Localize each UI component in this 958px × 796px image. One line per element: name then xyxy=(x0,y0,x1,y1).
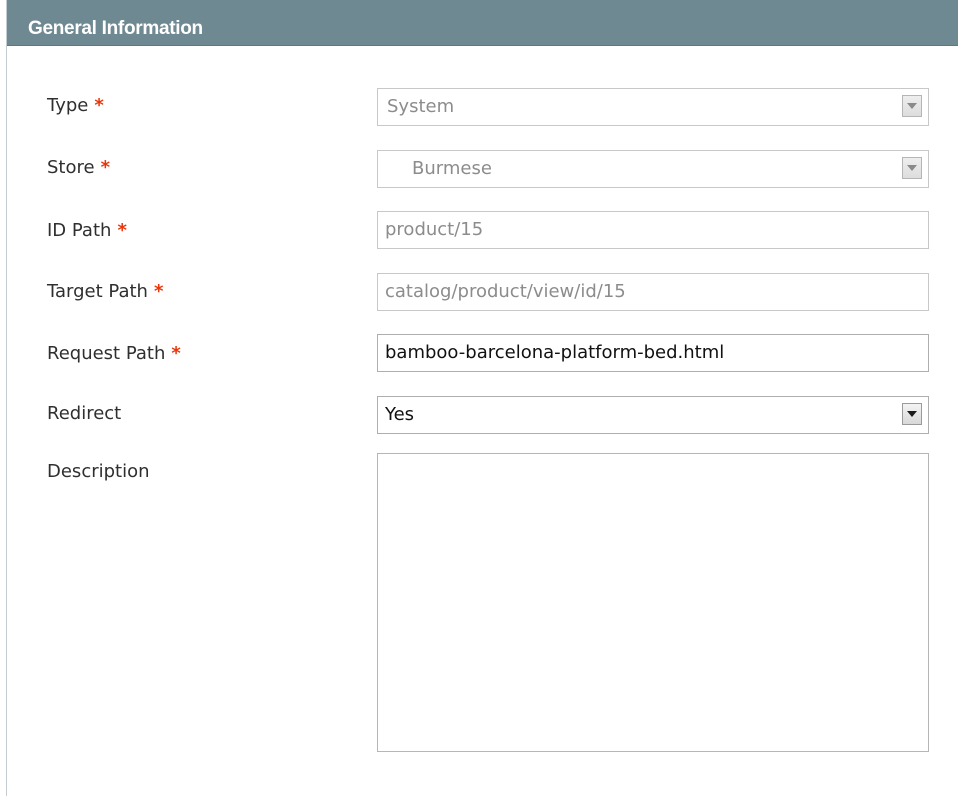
redirect-label-text: Redirect xyxy=(47,403,122,424)
required-mark: * xyxy=(100,157,110,178)
type-label-text: Type xyxy=(47,95,89,116)
description-label-text: Description xyxy=(47,461,150,482)
target-path-label-text: Target Path xyxy=(47,281,148,302)
id-path-value: product/15 xyxy=(385,219,484,240)
chevron-down-icon xyxy=(907,103,917,109)
store-label-text: Store xyxy=(47,157,95,178)
required-mark: * xyxy=(117,220,127,241)
store-select-button[interactable] xyxy=(902,157,922,179)
panel-title: General Information xyxy=(28,18,203,39)
chevron-down-icon xyxy=(907,411,917,417)
target-path-value: catalog/product/view/id/15 xyxy=(385,281,626,302)
description-label: Description xyxy=(47,461,150,483)
store-select-value: Burmese xyxy=(412,158,492,179)
chevron-down-icon xyxy=(907,165,917,171)
store-select[interactable]: Burmese xyxy=(377,150,929,188)
request-path-label-text: Request Path xyxy=(47,343,166,364)
type-select-button[interactable] xyxy=(902,95,922,117)
target-path-input[interactable]: catalog/product/view/id/15 xyxy=(377,273,929,311)
id-path-input[interactable]: product/15 xyxy=(377,211,929,249)
target-path-label: Target Path * xyxy=(47,281,163,303)
general-information-panel: General Information Type * System Store * … xyxy=(6,0,958,796)
type-select-value: System xyxy=(387,96,455,117)
redirect-select-value: Yes xyxy=(385,404,415,425)
redirect-select[interactable]: Yes xyxy=(377,396,929,434)
redirect-select-button[interactable] xyxy=(902,403,922,425)
required-mark: * xyxy=(171,343,181,364)
type-label: Type * xyxy=(47,95,104,117)
request-path-label: Request Path * xyxy=(47,343,181,365)
id-path-label-text: ID Path xyxy=(47,220,112,241)
type-select[interactable]: System xyxy=(377,88,929,126)
request-path-input[interactable]: bamboo-barcelona-platform-bed.html xyxy=(377,334,929,372)
panel-header: General Information xyxy=(7,0,958,46)
required-mark: * xyxy=(94,95,104,116)
id-path-label: ID Path * xyxy=(47,220,127,242)
description-textarea[interactable] xyxy=(377,453,929,752)
redirect-label: Redirect xyxy=(47,403,121,425)
store-label: Store * xyxy=(47,157,110,179)
required-mark: * xyxy=(153,281,164,302)
request-path-value: bamboo-barcelona-platform-bed.html xyxy=(385,342,725,363)
